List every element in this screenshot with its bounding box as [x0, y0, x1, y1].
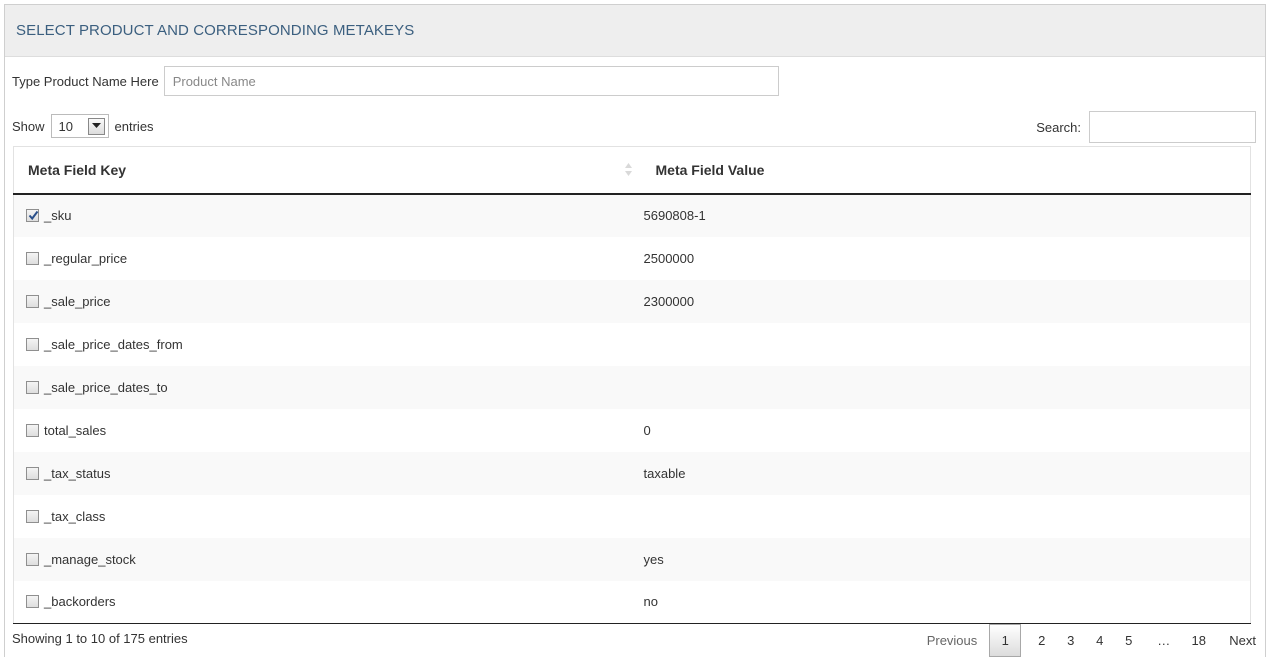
meta-value-cell: 2300000: [643, 293, 695, 309]
meta-value-cell: no: [643, 580, 1251, 624]
search-label: Search:: [1036, 119, 1081, 135]
table-row: _sale_price_dates_from: [13, 322, 1251, 366]
column-header-key-label: Meta Field Key: [28, 161, 127, 178]
meta-key-text: _sale_price_dates_to: [44, 379, 168, 395]
row-checkbox[interactable]: [26, 466, 39, 480]
column-header-value[interactable]: Meta Field Value: [643, 146, 1251, 195]
table-row: _tax_class: [13, 494, 1251, 538]
row-checkbox[interactable]: [26, 423, 39, 437]
meta-value-cell: [644, 323, 1251, 366]
row-checkbox[interactable]: [26, 209, 39, 222]
meta-key-text: total_sales: [44, 422, 107, 438]
column-header-key[interactable]: Meta Field Key: [13, 146, 644, 195]
row-checkbox[interactable]: [26, 380, 39, 394]
meta-key-cell: _backorders: [13, 580, 644, 624]
dropdown-arrow-icon[interactable]: [87, 117, 105, 135]
meta-key-cell: _manage_stock: [14, 538, 644, 581]
pagination-ellipsis: …: [1157, 633, 1171, 648]
meta-key-text: _tax_class: [44, 508, 106, 524]
table-row: total_sales 0: [13, 408, 1251, 452]
panel-heading: SELECT PRODUCT AND CORRESPONDING METAKEY…: [5, 5, 1265, 57]
meta-key-text: _sale_price: [44, 293, 111, 309]
product-row: Type Product Name Here: [12, 66, 779, 96]
row-checkbox[interactable]: [26, 251, 39, 265]
sort-both-icon[interactable]: [624, 163, 632, 179]
meta-value-cell: taxable: [643, 465, 686, 481]
entries-select[interactable]: 10: [50, 114, 109, 138]
meta-key-cell: _sale_price: [14, 280, 644, 323]
table-row: _regular_price 2500000: [13, 236, 1251, 280]
pagination: Previous 1 2 3 4 5 … 18 Next: [917, 624, 1256, 657]
page-button-4[interactable]: 4: [1085, 624, 1114, 657]
table-row: _sale_price 2300000: [13, 279, 1251, 323]
meta-value-cell: [644, 366, 1251, 409]
meta-value-cell: yes: [643, 551, 664, 567]
row-checkbox[interactable]: [26, 294, 39, 308]
row-checkbox[interactable]: [26, 337, 39, 351]
meta-key-cell: _sale_price_dates_to: [14, 366, 644, 409]
meta-key-cell: total_sales: [14, 409, 644, 452]
search-control: Search:: [1036, 111, 1256, 143]
product-label: Type Product Name Here: [12, 73, 159, 89]
table-row: _tax_status taxable: [13, 451, 1251, 495]
panel-title: SELECT PRODUCT AND CORRESPONDING METAKEY…: [16, 22, 415, 39]
table-body: _sku 5690808-1 _regular_price 2500000 _sale_…: [13, 193, 1251, 624]
meta-key-text: _tax_status: [44, 465, 111, 481]
row-checkbox[interactable]: [26, 509, 39, 523]
page-button-5[interactable]: 5: [1114, 624, 1143, 657]
entries-select-value: 10: [58, 118, 73, 134]
meta-value-cell: 5690808-1: [643, 208, 706, 223]
table-row: _sku 5690808-1: [13, 193, 1251, 237]
table-row: _sale_price_dates_to: [13, 365, 1251, 409]
metakeys-table: Meta Field Key Meta Field Value _sku 5690…: [13, 146, 1251, 624]
table-header-row: Meta Field Key Meta Field Value: [13, 146, 1251, 195]
checkmark-icon: [28, 210, 39, 221]
table-info: Showing 1 to 10 of 175 entries: [12, 631, 188, 646]
meta-key-cell: _sku: [14, 194, 644, 237]
entries-label: entries: [114, 118, 154, 134]
meta-key-text: _regular_price: [44, 250, 128, 266]
table-row: _manage_stock yes: [13, 537, 1251, 581]
row-checkbox[interactable]: [26, 595, 39, 609]
column-header-value-label: Meta Field Value: [655, 161, 765, 178]
next-page-button[interactable]: Next: [1213, 624, 1256, 657]
table-row: _backorders no: [13, 580, 1251, 624]
meta-key-text: _backorders: [44, 594, 116, 610]
entries-length-control: Show 10 entries: [12, 111, 154, 141]
page-button-1[interactable]: 1: [989, 624, 1022, 657]
search-input[interactable]: [1089, 111, 1256, 143]
product-name-input[interactable]: [163, 66, 779, 96]
meta-key-text: _sale_price_dates_from: [44, 336, 183, 352]
previous-page-button[interactable]: Previous: [917, 624, 990, 657]
meta-key-cell: _tax_class: [14, 495, 644, 538]
meta-key-cell: _sale_price_dates_from: [14, 323, 644, 366]
meta-key-cell: _tax_status: [14, 452, 644, 495]
page-button-18[interactable]: 18: [1184, 624, 1213, 657]
meta-value-cell: 2500000: [643, 250, 695, 266]
page-button-2[interactable]: 2: [1027, 624, 1056, 657]
row-checkbox[interactable]: [26, 552, 39, 566]
meta-value-cell: [644, 495, 1251, 538]
meta-value-cell: 0: [643, 422, 651, 438]
meta-key-cell: _regular_price: [14, 237, 644, 280]
meta-key-text: _manage_stock: [44, 551, 136, 567]
meta-key-text: _sku: [44, 208, 72, 223]
page-button-3[interactable]: 3: [1056, 624, 1085, 657]
show-label: Show: [12, 118, 45, 134]
